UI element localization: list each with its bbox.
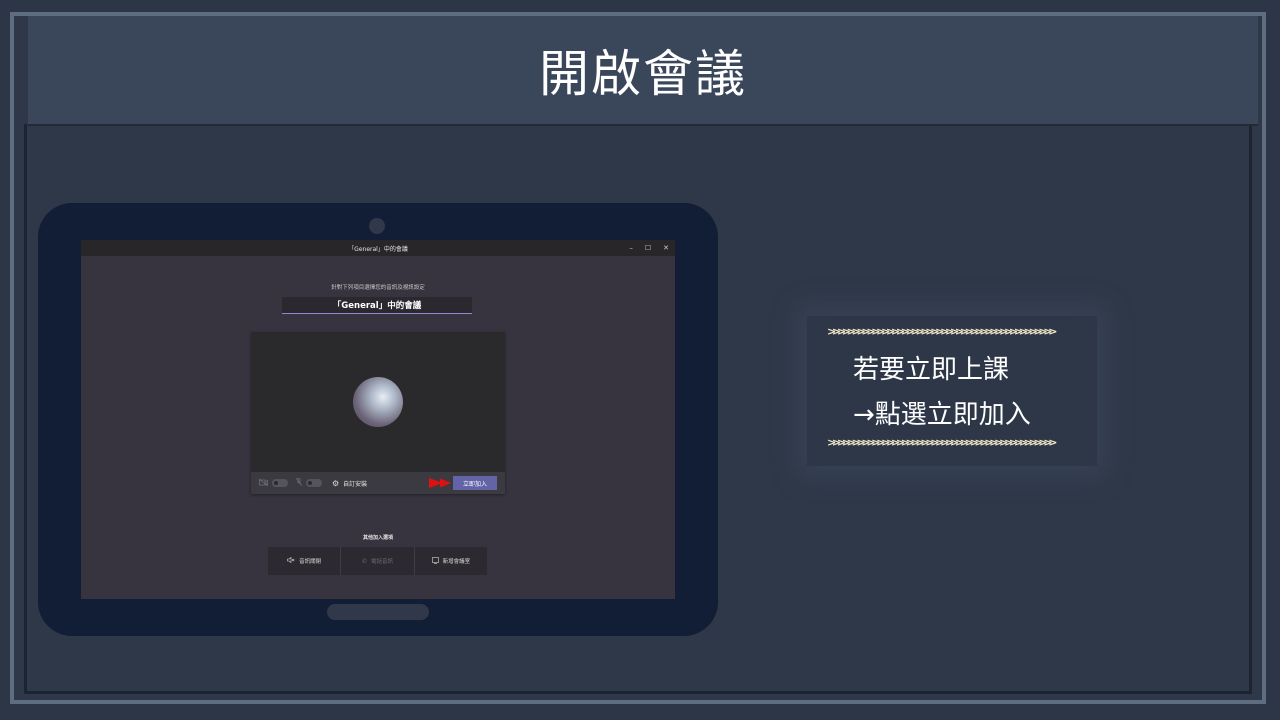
chevron-divider-bottom: >>>>>>>>>>>>>>>>>>>>>>>>>>>>>>>>>>>>>>>>…: [827, 436, 1057, 449]
callout-line-2: →點選立即加入: [853, 400, 1031, 430]
window-title: 「General」中的會議: [348, 245, 408, 253]
phone-icon: ✆: [361, 557, 367, 565]
teams-prejoin-screen: 「General」中的會議 – ☐ ✕ 針對下列項目選擇您的音訊及視訊設定 「G…: [81, 240, 675, 599]
callout-line-1: 若要立即上課: [853, 355, 1010, 385]
audio-off-option[interactable]: 音訊關閉: [268, 547, 340, 575]
video-toggle[interactable]: [272, 479, 288, 487]
gear-icon[interactable]: ⚙: [332, 479, 339, 488]
add-room-label: 新增會議室: [442, 559, 471, 565]
meeting-name-text: 「General」中的會議: [332, 301, 422, 311]
speaker-off-icon: [287, 556, 295, 565]
add-room-option[interactable]: 新增會議室: [413, 547, 487, 575]
preview-toolbar: ⚙ 自訂安裝 立即加入: [251, 472, 505, 494]
window-titlebar: 「General」中的會議 – ☐ ✕: [81, 240, 675, 256]
minimize-icon[interactable]: –: [629, 244, 633, 252]
room-icon: [431, 556, 439, 566]
other-join-options: 音訊關閉 ✆ 電話音訊 新增會議室: [268, 547, 487, 575]
avatar: [353, 377, 403, 427]
slide-title: 開啟會議: [539, 45, 747, 103]
chevron-divider-top: >>>>>>>>>>>>>>>>>>>>>>>>>>>>>>>>>>>>>>>>…: [827, 325, 1057, 338]
tablet-home-button: [327, 604, 429, 620]
mic-off-icon: [295, 477, 303, 488]
settings-prompt: 針對下列項目選擇您的音訊及視訊設定: [331, 285, 425, 291]
audio-off-label: 音訊關閉: [299, 559, 322, 565]
maximize-icon[interactable]: ☐: [645, 244, 651, 252]
other-options-label: 其他加入選項: [362, 535, 393, 541]
custom-setup-button[interactable]: 自訂安裝: [343, 479, 367, 488]
red-arrow-icon: [429, 478, 451, 488]
instruction-callout: >>>>>>>>>>>>>>>>>>>>>>>>>>>>>>>>>>>>>>>>…: [807, 316, 1097, 466]
window-controls: – ☐ ✕: [629, 240, 669, 256]
tablet-illustration: 「General」中的會議 – ☐ ✕ 針對下列項目選擇您的音訊及視訊設定 「G…: [38, 203, 718, 636]
meeting-name-field[interactable]: 「General」中的會議: [282, 297, 472, 314]
phone-audio-option[interactable]: ✆ 電話音訊: [340, 547, 413, 575]
join-now-button[interactable]: 立即加入: [453, 476, 497, 490]
phone-audio-label: 電話音訊: [371, 559, 394, 565]
close-icon[interactable]: ✕: [663, 244, 669, 252]
title-bar: 開啟會議: [28, 16, 1258, 126]
video-preview: ⚙ 自訂安裝 立即加入: [251, 332, 505, 494]
video-off-icon: [258, 478, 269, 488]
mic-toggle[interactable]: [306, 479, 322, 487]
tablet-camera: [369, 218, 385, 234]
